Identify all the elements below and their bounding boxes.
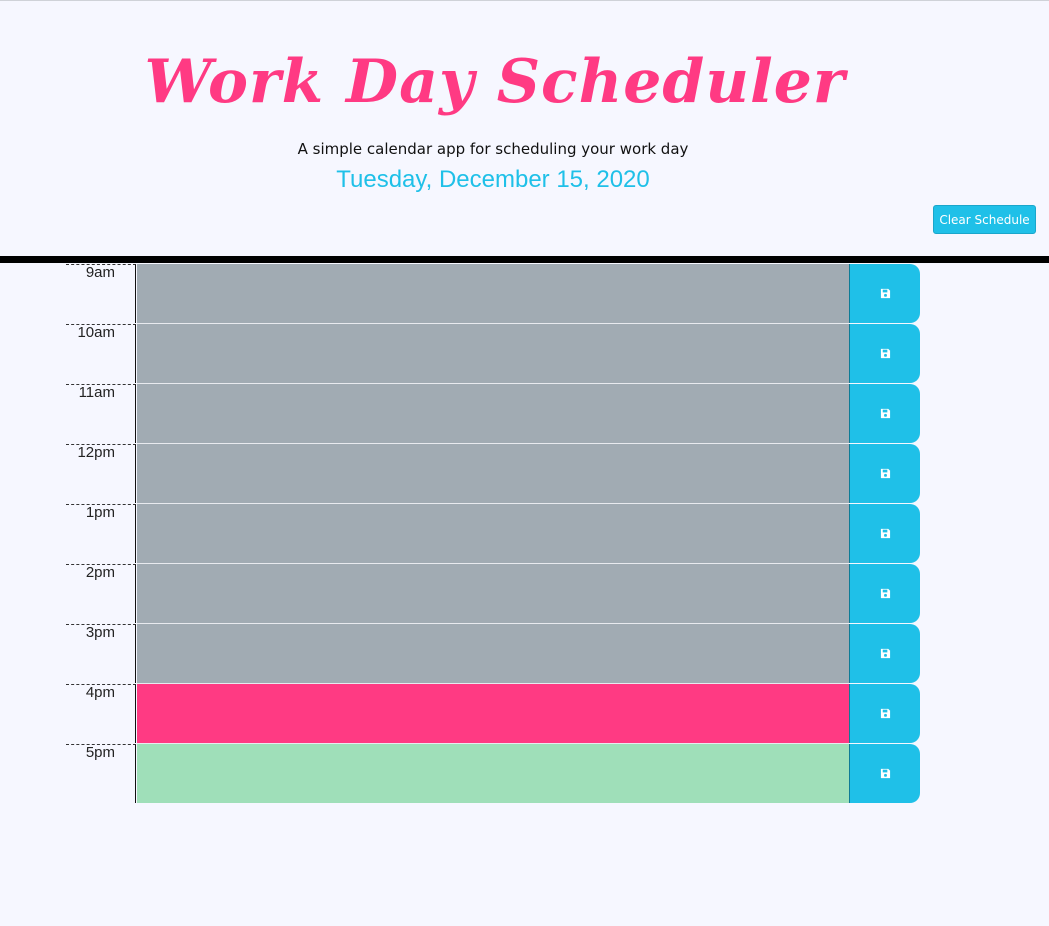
save-icon: [880, 468, 890, 479]
clear-schedule-button[interactable]: Clear Schedule: [933, 205, 1036, 234]
hour-label: 12pm: [66, 444, 136, 503]
header-jumbotron: Work Day Scheduler A simple calendar app…: [0, 1, 1049, 256]
page-title: Work Day Scheduler: [144, 47, 846, 117]
time-block-row: 5pm: [0, 744, 1049, 804]
hour-label: 2pm: [66, 564, 136, 623]
save-button[interactable]: [849, 444, 920, 503]
save-button[interactable]: [849, 324, 920, 383]
page-subtitle: A simple calendar app for scheduling you…: [297, 140, 689, 158]
save-button[interactable]: [849, 384, 920, 443]
time-block-row: 1pm: [0, 504, 1049, 564]
event-description-input[interactable]: [137, 324, 849, 383]
save-button[interactable]: [849, 624, 920, 683]
time-block-row: 11am: [0, 384, 1049, 444]
time-block-row: 12pm: [0, 444, 1049, 504]
hour-label: 4pm: [66, 684, 136, 743]
event-description-input[interactable]: [137, 684, 849, 743]
header-divider: [0, 256, 1049, 263]
save-icon: [880, 408, 890, 419]
time-block-row: 4pm: [0, 684, 1049, 744]
event-description-input[interactable]: [137, 504, 849, 563]
save-icon: [880, 588, 890, 599]
hour-label: 10am: [66, 324, 136, 383]
time-block-row: 2pm: [0, 564, 1049, 624]
time-block-row: 10am: [0, 324, 1049, 384]
save-icon: [880, 288, 890, 299]
save-icon: [880, 768, 890, 779]
save-icon: [880, 648, 890, 659]
hour-label: 3pm: [66, 624, 136, 683]
hour-label: 11am: [66, 384, 136, 443]
hour-label: 9am: [66, 264, 136, 323]
event-description-input[interactable]: [137, 744, 849, 803]
save-button[interactable]: [849, 684, 920, 743]
event-description-input[interactable]: [137, 564, 849, 623]
save-icon: [880, 708, 890, 719]
time-block-row: 3pm: [0, 624, 1049, 684]
event-description-input[interactable]: [137, 264, 849, 323]
save-button[interactable]: [849, 264, 920, 323]
time-block-row: 9am: [0, 264, 1049, 324]
event-description-input[interactable]: [137, 624, 849, 683]
save-button[interactable]: [849, 744, 920, 803]
save-icon: [880, 528, 890, 539]
event-description-input[interactable]: [137, 384, 849, 443]
hour-label: 1pm: [66, 504, 136, 563]
event-description-input[interactable]: [137, 444, 849, 503]
hour-label: 5pm: [66, 744, 136, 803]
save-icon: [880, 348, 890, 359]
current-day: Tuesday, December 15, 2020: [336, 166, 650, 193]
save-button[interactable]: [849, 564, 920, 623]
save-button[interactable]: [849, 504, 920, 563]
